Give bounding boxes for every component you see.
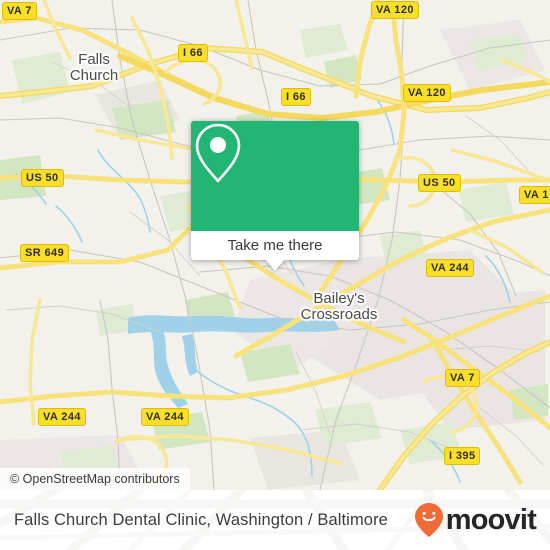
popup-pin-panel [191,121,359,231]
highway-shield-va-120-north: VA 120 [371,1,419,19]
moovit-smiley-pin-icon [414,503,443,537]
highway-shield-i-395: I 395 [444,447,481,465]
popup-pointer [266,260,284,271]
location-popup[interactable]: Take me there [191,121,359,271]
highway-shield-i-66-east: I 66 [281,88,311,106]
map-canvas[interactable]: .water { fill: #9fd2e8; } .stream { fill… [0,0,550,490]
highway-shield-i-66-west: I 66 [178,44,208,62]
highway-shield-va-120-mid: VA 120 [403,84,451,102]
take-me-there-button[interactable]: Take me there [191,231,359,260]
highway-shield-va-7-nw: VA 7 [2,2,37,20]
map-screen: .water { fill: #9fd2e8; } .stream { fill… [0,0,550,550]
highway-shield-va-244-west: VA 244 [38,408,86,426]
map-attribution[interactable]: © OpenStreetMap contributors [0,468,190,490]
map-pin-icon [195,123,241,183]
attribution-text: © OpenStreetMap contributors [10,472,180,486]
page-title: Falls Church Dental Clinic, Washington /… [14,510,388,529]
highway-shield-va-1-edge: VA 1 [519,186,550,204]
moovit-wordmark: moovit [445,503,537,536]
take-me-there-label: Take me there [227,237,323,254]
place-label-baileys-crossroads: Bailey's Crossroads [283,291,395,323]
highway-shield-us-50-east: US 50 [418,174,461,192]
place-label-line: Church [69,67,119,84]
place-label-line: Falls [78,51,110,68]
highway-shield-us-50-west: US 50 [21,169,64,187]
highway-shield-va-244-east: VA 244 [426,259,474,277]
place-label-falls-church: Falls Church [62,52,126,84]
highway-shield-va-7-south: VA 7 [445,369,480,387]
place-label-line: Crossroads [300,306,378,323]
place-label-line: Bailey's [313,290,365,307]
moovit-logo[interactable]: moovit [414,502,537,538]
highway-shield-va-244-center: VA 244 [141,408,189,426]
footer-bar: Falls Church Dental Clinic, Washington /… [0,490,550,550]
highway-shield-sr-649: SR 649 [20,244,70,262]
